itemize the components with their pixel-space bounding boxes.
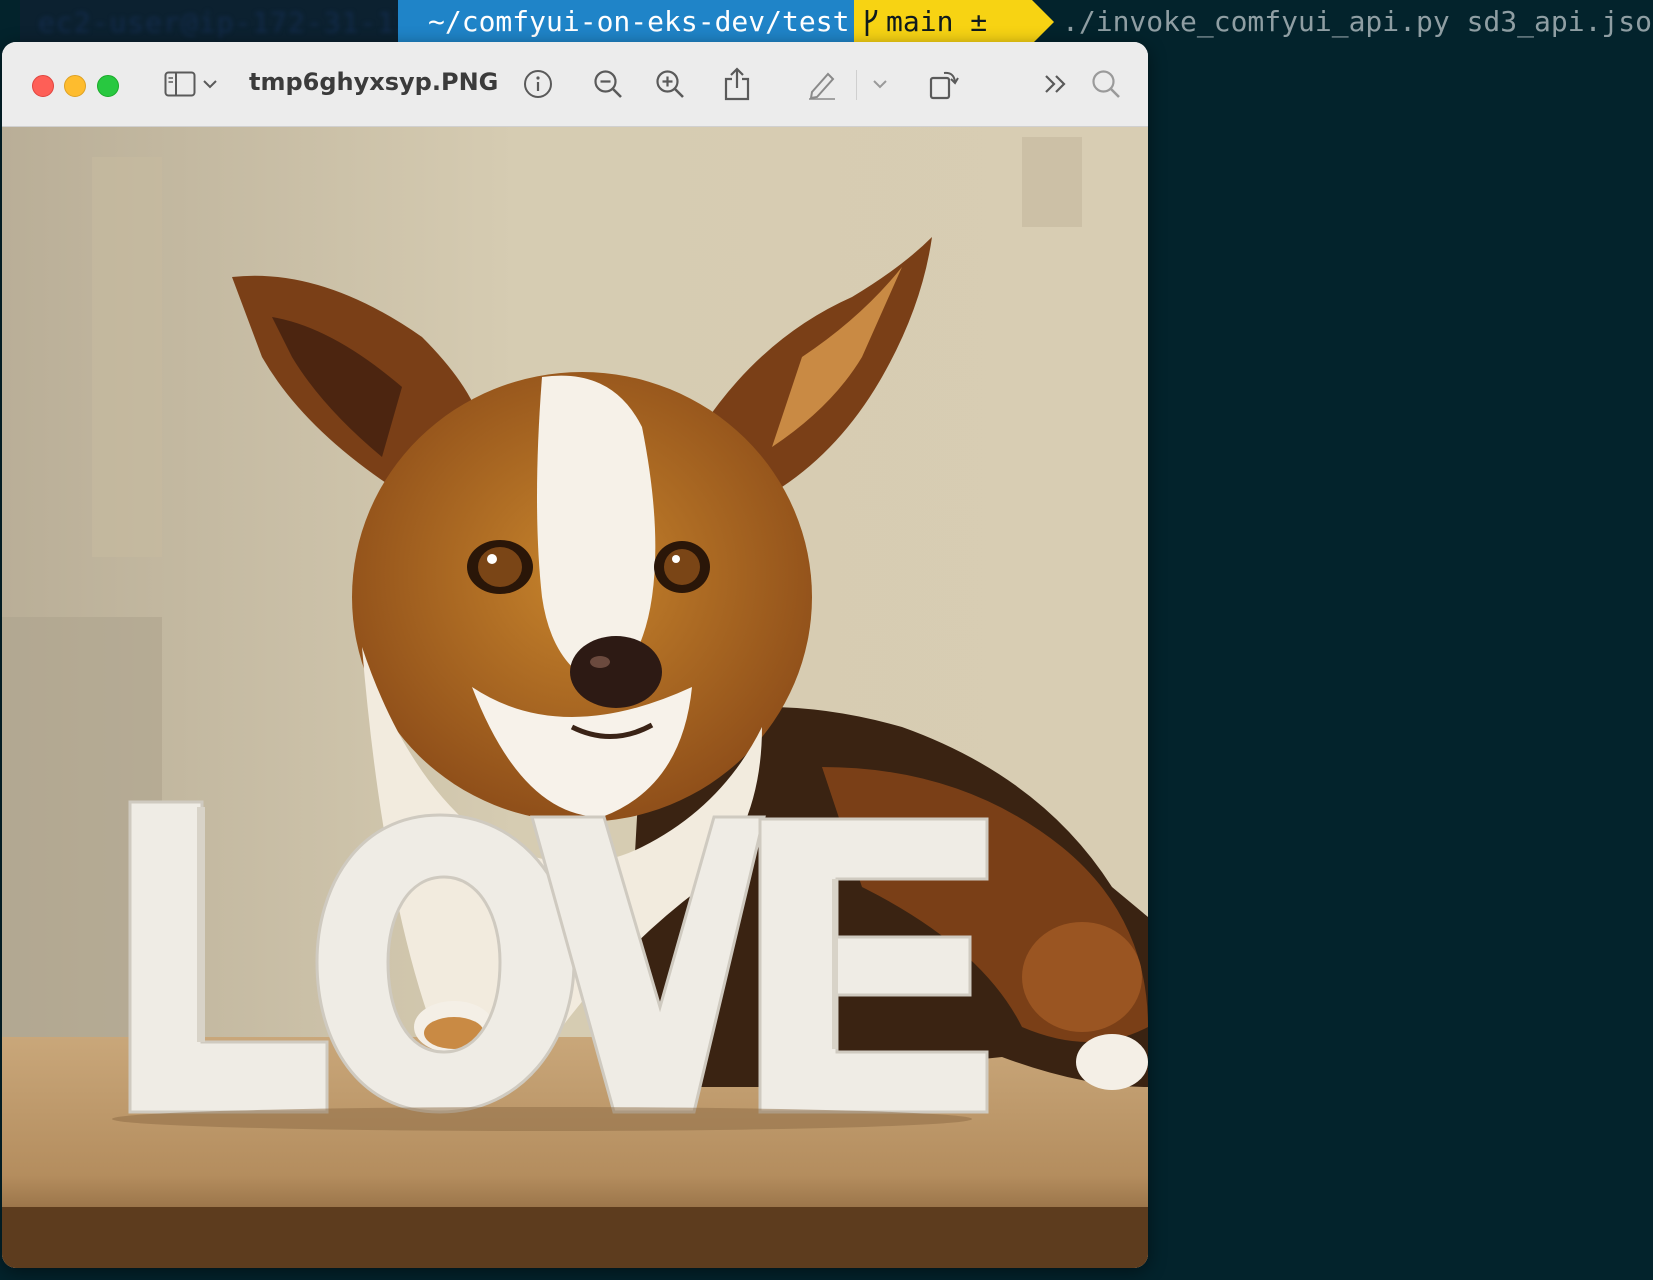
- info-icon[interactable]: [518, 64, 558, 104]
- markup-chevron-icon[interactable]: [868, 64, 892, 104]
- preview-image[interactable]: [2, 127, 1148, 1268]
- window-titlebar[interactable]: tmp6ghyxsyp.PNG: [2, 42, 1148, 127]
- git-branch-icon: [865, 9, 878, 36]
- prompt-path-text: ~/comfyui-on-eks-dev/test: [428, 5, 850, 38]
- prompt-git-segment: main ±: [854, 0, 1032, 44]
- close-button[interactable]: [32, 75, 54, 97]
- toolbar-divider: [856, 70, 857, 100]
- preview-window: tmp6ghyxsyp.PNG: [2, 42, 1148, 1268]
- prompt-git-text: main ±: [886, 5, 988, 38]
- zoom-out-icon[interactable]: [588, 64, 628, 104]
- zoom-button[interactable]: [97, 75, 119, 97]
- minimize-button[interactable]: [64, 75, 86, 97]
- more-chevrons-icon[interactable]: [1036, 64, 1076, 104]
- prompt-path-segment: ~/comfyui-on-eks-dev/test: [398, 0, 854, 44]
- prompt-separator-icon: [1032, 0, 1054, 44]
- sidebar-toggle-icon[interactable]: [160, 64, 200, 104]
- share-icon[interactable]: [717, 64, 757, 104]
- prompt-host-segment: ec2-user@ip-172-31-13-14:35: [20, 0, 519, 44]
- chevron-down-icon[interactable]: [198, 64, 222, 104]
- terminal-command: ./invoke_comfyui_api.py sd3_api.json: [1062, 5, 1653, 38]
- terminal-prompt: ec2-user@ip-172-31-13-14:35 ~/comfyui-on…: [0, 0, 1653, 44]
- window-title: tmp6ghyxsyp.PNG: [249, 68, 499, 96]
- markup-pen-icon[interactable]: [802, 64, 842, 104]
- search-icon[interactable]: [1086, 64, 1126, 104]
- rotate-icon[interactable]: [924, 64, 964, 104]
- zoom-in-icon[interactable]: [650, 64, 690, 104]
- dog-painting-icon: [2, 127, 1148, 1268]
